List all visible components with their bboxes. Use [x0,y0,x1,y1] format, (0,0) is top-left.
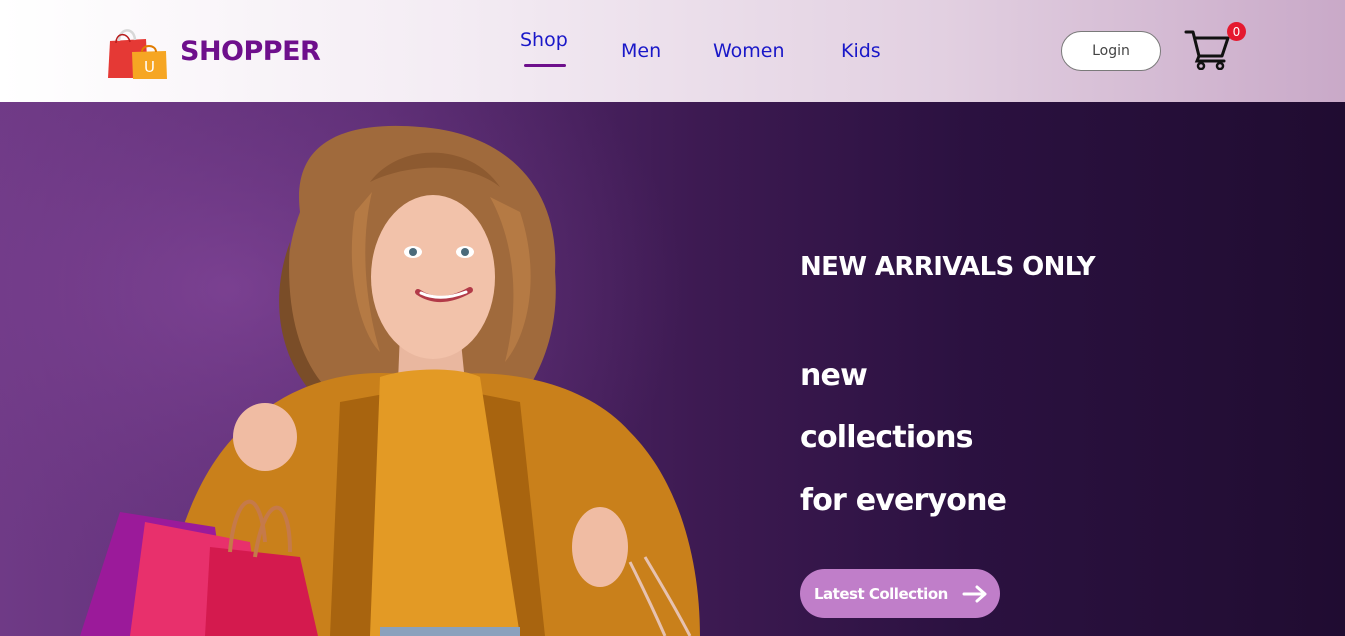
hero-headline-line: new [800,358,868,393]
hero-banner: NEW ARRIVALS ONLY new collections for ev… [0,102,1345,636]
brand-name: SHOPPER [180,35,321,67]
navbar: U SHOPPER Shop Men Women Kids Login 0 [0,0,1345,102]
latest-collection-label: Latest Collection [814,584,948,603]
woman-with-shopping-bags-photo [0,102,760,636]
nav-active-indicator [524,64,566,67]
nav-shop[interactable]: Shop [520,29,568,51]
hero-headline-line: for everyone [800,483,1007,518]
logo-letter: U [144,58,155,76]
hero-headline-line: collections [800,420,974,455]
cart-icon[interactable] [1184,26,1232,70]
hero-tagline: NEW ARRIVALS ONLY [800,252,1096,282]
shopping-bags-logo: U [108,29,167,79]
nav-men[interactable]: Men [621,40,661,62]
cart-count-badge: 0 [1227,22,1246,41]
brand[interactable]: U SHOPPER [106,22,321,80]
nav-women[interactable]: Women [713,40,785,62]
login-button[interactable]: Login [1061,31,1161,71]
arrow-right-icon [962,585,987,603]
latest-collection-button[interactable]: Latest Collection [800,569,1000,618]
nav-kids[interactable]: Kids [841,40,881,62]
